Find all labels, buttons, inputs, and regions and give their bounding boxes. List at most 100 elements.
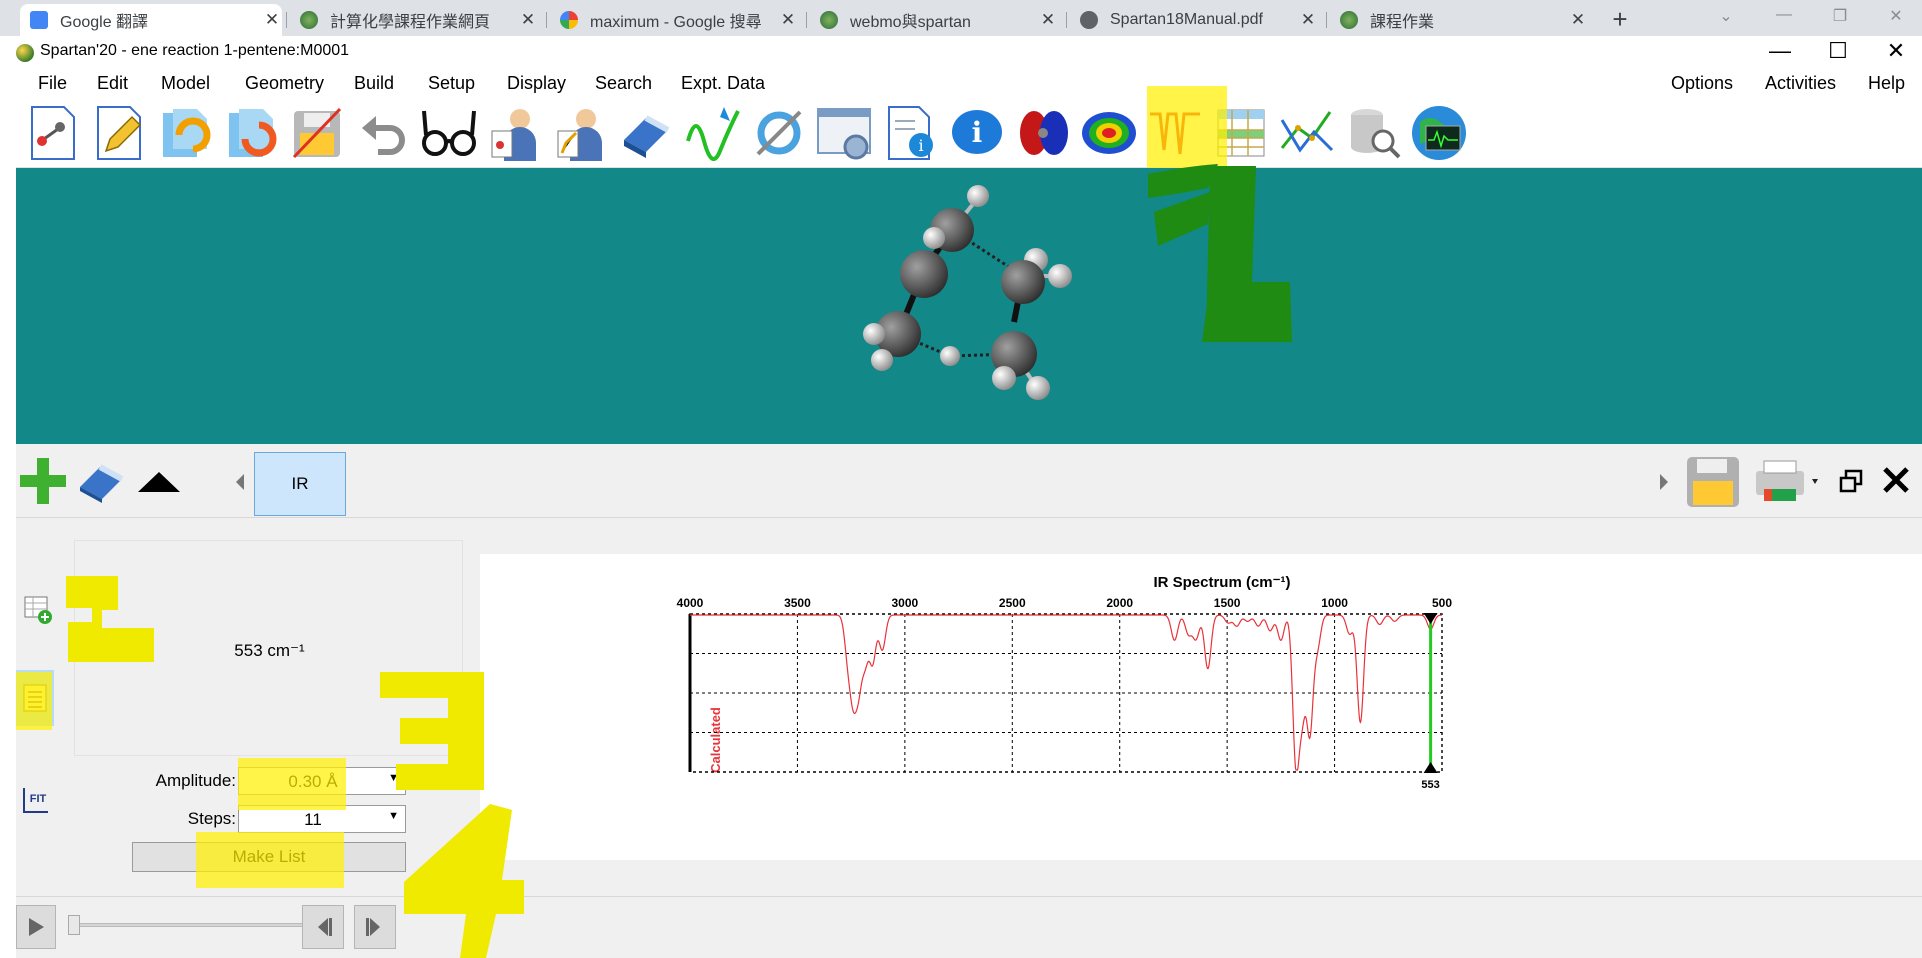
fit-icon[interactable]: FIT <box>18 782 54 818</box>
clear-eraser-icon[interactable] <box>76 458 126 504</box>
svg-text:i: i <box>918 136 923 155</box>
molecule-viewport[interactable] <box>16 168 1922 444</box>
browser-close-button[interactable]: ✕ <box>1876 6 1916 26</box>
close-icon[interactable]: ✕ <box>1568 10 1588 30</box>
ir-spectrum-chart[interactable]: IR Spectrum (cm⁻¹) Calculated 4000 3500 30… <box>480 554 1922 860</box>
menu-edit[interactable]: Edit <box>97 73 128 94</box>
tab-ir[interactable]: IR <box>254 452 346 516</box>
edit-build-icon[interactable] <box>90 104 148 162</box>
x-tick-label: 2000 <box>1106 596 1133 610</box>
scroll-right-icon[interactable] <box>1654 464 1674 500</box>
properties-icon[interactable] <box>816 104 874 162</box>
step-back-button[interactable] <box>302 905 344 949</box>
menu-setup[interactable]: Setup <box>428 73 475 94</box>
print-icon[interactable] <box>1752 456 1822 506</box>
tab-divider <box>1066 12 1067 28</box>
browser-minimize-button[interactable]: — <box>1764 6 1804 24</box>
undo-icon[interactable] <box>354 104 412 162</box>
minimize-button[interactable]: — <box>1760 38 1800 66</box>
highlight-vibrations-list <box>16 672 52 730</box>
clear-eraser-icon[interactable] <box>618 104 676 162</box>
open-recent-icon[interactable] <box>222 104 280 162</box>
collapse-triangle-icon[interactable] <box>134 462 184 502</box>
browser-tab-course-page[interactable]: 計算化學課程作業網頁 ✕ <box>290 4 538 36</box>
close-button[interactable]: ✕ <box>1876 38 1916 66</box>
menu-options[interactable]: Options <box>1671 73 1733 94</box>
google-translate-icon <box>30 11 48 29</box>
save-icon[interactable] <box>288 104 346 162</box>
add-table-icon[interactable] <box>20 592 56 628</box>
menu-search[interactable]: Search <box>595 73 652 94</box>
orbital-icon[interactable] <box>1014 104 1072 162</box>
scroll-left-icon[interactable] <box>230 464 250 500</box>
close-icon[interactable]: ✕ <box>778 10 798 30</box>
browser-tab-google-translate[interactable]: Google 翻譯 ✕ <box>20 4 282 36</box>
plots-icon[interactable] <box>1278 104 1336 162</box>
x-tick-label: 3500 <box>784 596 811 610</box>
close-icon[interactable]: ✕ <box>1038 10 1058 30</box>
menu-bar: File Edit Model Geometry Build Setup Dis… <box>16 68 1922 100</box>
animation-slider-track[interactable] <box>68 923 308 927</box>
highlight-make-list <box>196 832 344 888</box>
browser-restore-button[interactable]: ❐ <box>1820 6 1860 26</box>
chevron-down-icon: ▼ <box>388 810 399 822</box>
x-tick-label: 4000 <box>677 596 704 610</box>
google-icon <box>560 11 578 29</box>
annotation-mark-3 <box>376 668 488 792</box>
menu-activities[interactable]: Activities <box>1765 73 1836 94</box>
spartan-app-icon <box>16 44 34 62</box>
undock-icon[interactable] <box>1834 464 1868 498</box>
tab-divider <box>546 12 547 28</box>
open-icon[interactable] <box>156 104 214 162</box>
browser-tab-spartan-manual[interactable]: Spartan18Manual.pdf ✕ <box>1070 4 1318 36</box>
info-icon[interactable]: i <box>948 104 1006 162</box>
browser-tab-strip: Google 翻譯 ✕ 計算化學課程作業網頁 ✕ maximum - Googl… <box>0 0 1922 36</box>
close-icon[interactable]: ✕ <box>1298 10 1318 30</box>
menu-display[interactable]: Display <box>507 73 566 94</box>
close-panel-icon[interactable] <box>1878 462 1914 498</box>
browser-tab-coursework[interactable]: 課程作業 ✕ <box>1330 4 1588 36</box>
view-glasses-icon[interactable] <box>420 104 478 162</box>
browser-tab-google-search[interactable]: maximum - Google 搜尋 ✕ <box>550 4 798 36</box>
globe-icon <box>1080 11 1098 29</box>
calculations-icon[interactable] <box>486 104 544 162</box>
x-tick-label: 2500 <box>999 596 1026 610</box>
new-molecule-icon[interactable] <box>24 104 82 162</box>
cursor-bottom-marker <box>1423 762 1438 773</box>
database-search-icon[interactable] <box>1344 104 1402 162</box>
step-forward-button[interactable] <box>354 905 396 949</box>
menu-file[interactable]: File <box>38 73 67 94</box>
y-axis-label: Calculated <box>708 707 723 773</box>
menu-model[interactable]: Model <box>161 73 210 94</box>
close-icon[interactable]: ✕ <box>262 10 282 30</box>
browser-tab-title: Spartan18Manual.pdf <box>1110 11 1263 28</box>
menu-expt-data[interactable]: Expt. Data <box>681 73 765 94</box>
browser-tab-title: webmo與spartan <box>850 14 971 31</box>
x-tick-label: 1500 <box>1214 596 1241 610</box>
ir-chart-area[interactable]: IR Spectrum (cm⁻¹) Calculated 4000 3500 30… <box>480 554 1922 860</box>
tab-search-chevron-icon[interactable]: ⌄ <box>1706 6 1746 26</box>
menu-build[interactable]: Build <box>354 73 394 94</box>
menu-geometry[interactable]: Geometry <box>245 73 324 94</box>
animation-slider-handle[interactable] <box>68 915 80 935</box>
close-icon[interactable]: ✕ <box>518 10 538 30</box>
output-icon[interactable]: i <box>882 104 940 162</box>
play-button[interactable] <box>16 905 56 949</box>
steps-label: Steps: <box>187 809 236 828</box>
chart-title: IR Spectrum (cm⁻¹) <box>1153 574 1290 591</box>
save-icon[interactable] <box>1684 454 1742 510</box>
menu-help[interactable]: Help <box>1868 73 1905 94</box>
browser-tab-webmo-spartan[interactable]: webmo與spartan ✕ <box>810 4 1058 36</box>
molecule-model <box>863 185 1072 400</box>
add-plus-icon[interactable] <box>18 456 68 506</box>
cursor-label: 553 <box>1421 779 1439 791</box>
surfaces-icon[interactable] <box>552 104 610 162</box>
x-tick-label: 1000 <box>1321 596 1348 610</box>
webmo-icon <box>1340 11 1358 29</box>
potential-map-icon[interactable] <box>1080 104 1138 162</box>
new-tab-button[interactable]: + <box>1608 6 1632 32</box>
globe-monitor-icon[interactable] <box>1410 104 1468 162</box>
spectra-icon[interactable] <box>684 104 742 162</box>
refresh-icon[interactable] <box>750 104 808 162</box>
maximize-button[interactable]: ☐ <box>1818 38 1858 66</box>
